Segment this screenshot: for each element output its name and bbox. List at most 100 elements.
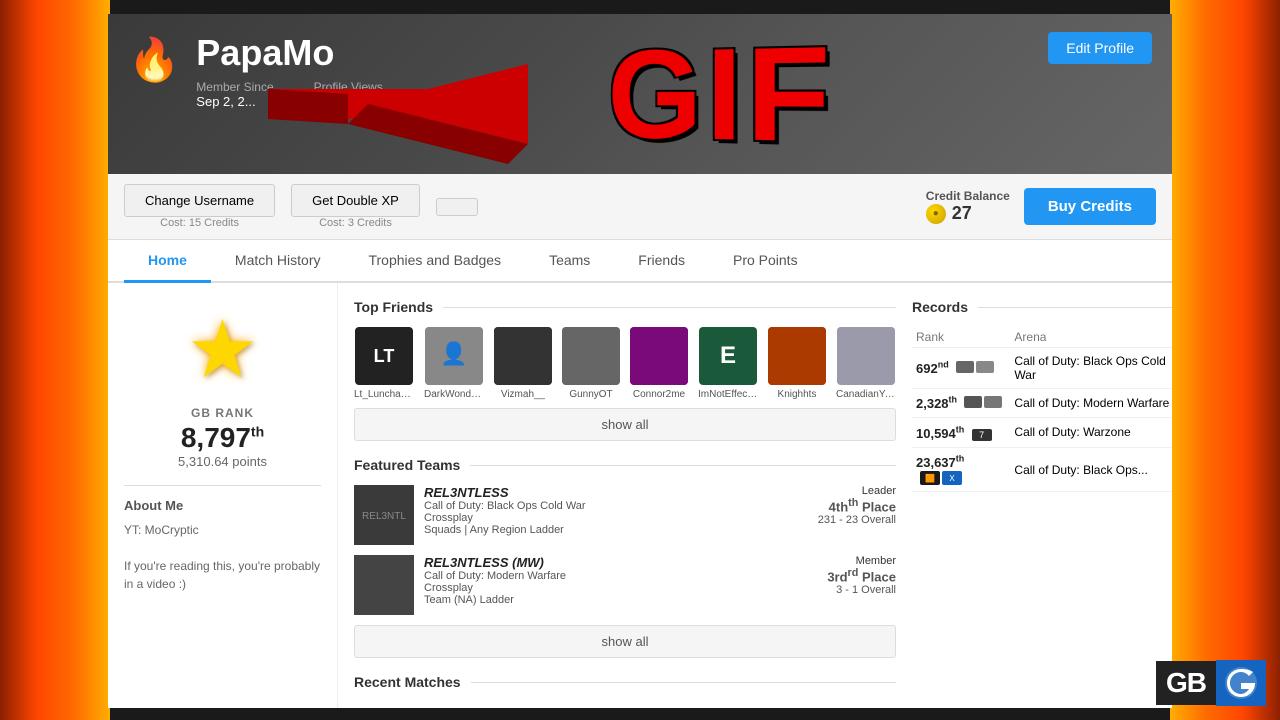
left-panel: ★ GB RANK 8,797th 5,310.64 points About … (108, 283, 338, 708)
show-all-friends-button[interactable]: show all (354, 408, 896, 441)
rank-value-4: 23,637th (916, 455, 964, 470)
third-action-button[interactable] (436, 198, 478, 216)
credit-balance: Credit Balance ● 27 (926, 189, 1010, 224)
tab-pro-points[interactable]: Pro Points (709, 240, 822, 283)
records-table: Rank Arena W L 692nd Call of Duty (912, 327, 1172, 492)
star-icon: ★ (187, 303, 259, 396)
featured-teams-title: Featured Teams (354, 457, 460, 473)
friend-item-cy[interactable]: CanadianYo... (836, 327, 896, 400)
navigation-tabs: Home Match History Trophies and Badges T… (108, 240, 1172, 283)
team-ladder-1: Squads | Any Region Ladder (424, 524, 808, 536)
featured-teams-divider (470, 465, 896, 466)
svg-text:REL3NTL: REL3NTL (362, 511, 406, 522)
edit-profile-button[interactable]: Edit Profile (1048, 32, 1152, 64)
credit-amount-value: 27 (952, 203, 972, 224)
change-username-button[interactable]: Change Username (124, 184, 275, 217)
arena-1: Call of Duty: Black Ops Cold War (1010, 348, 1172, 389)
right-panel: Top Friends LT Lt_Lunchablez 👤 Da (338, 283, 1172, 708)
show-all-teams-button[interactable]: show all (354, 625, 896, 658)
records-row-3: 10,594th 7 Call of Duty: Warzone 5 5 (912, 418, 1172, 447)
friend-item-go[interactable]: GunnyOT (562, 327, 620, 400)
get-double-button[interactable]: Get Double XP (291, 184, 420, 217)
team-item-1[interactable]: REL3NTL REL3NTLESS Call of Duty: Black O… (354, 485, 896, 545)
profile-header: 🔥 PapaMo Member Since Sep 2, 2... Profil… (108, 14, 1172, 174)
records-row-1: 692nd Call of Duty: Black Ops Cold War 5… (912, 348, 1172, 389)
friend-name-cy: CanadianYo... (836, 389, 896, 400)
fire-icon: 🔥 (128, 36, 180, 85)
friend-item-lt[interactable]: LT Lt_Lunchablez (354, 327, 414, 400)
friend-avatar-im: E (699, 327, 757, 385)
arena-3: Call of Duty: Warzone (1010, 418, 1172, 447)
records-header: Records (912, 299, 1172, 315)
tab-trophies[interactable]: Trophies and Badges (344, 240, 525, 283)
friend-name-lt: Lt_Lunchablez (354, 389, 414, 400)
team-game-2: Call of Duty: Modern Warfare (424, 570, 817, 582)
friend-item-im[interactable]: E ImNotEffecti... (698, 327, 758, 400)
tab-match-history[interactable]: Match History (211, 240, 345, 283)
records-row-4: 23,637th 🟧 X Call of Duty: Black Ops... (912, 447, 1172, 492)
team-name-2: REL3NTLESS (MW) (424, 555, 817, 570)
about-me-text: YT: MoCrypticIf you're reading this, you… (124, 521, 321, 593)
records-title: Records (912, 299, 968, 315)
friend-avatar-dw: 👤 (425, 327, 483, 385)
gb-rank-value: 8,797th (124, 422, 321, 454)
friend-name-im: ImNotEffecti... (698, 389, 758, 400)
records-divider (978, 307, 1172, 308)
rank-value-2: 2,328th (916, 396, 957, 411)
rank-value-1: 692nd (916, 361, 949, 376)
change-username-group: Change Username Cost: 15 Credits (124, 184, 283, 229)
friend-avatar-go (562, 327, 620, 385)
fire-background-left (0, 0, 110, 720)
team-game-1: Call of Duty: Black Ops Cold War (424, 500, 808, 512)
friends-row: LT Lt_Lunchablez 👤 DarkWondrXx (354, 327, 896, 400)
get-double-cost: Cost: 3 Credits (319, 217, 392, 229)
team-ladder-2: Team (NA) Ladder (424, 594, 817, 606)
friend-initials-lt: LT (374, 346, 395, 367)
gb-rank-label: GB RANK (124, 406, 321, 420)
recent-matches-divider (471, 682, 896, 683)
fire-background-right (1170, 0, 1280, 720)
friend-avatar-cy (837, 327, 895, 385)
recent-matches-header: Recent Matches (354, 674, 896, 690)
records-col-arena: Arena (1010, 327, 1172, 348)
featured-teams-header: Featured Teams (354, 457, 896, 473)
friend-avatar-c2 (630, 327, 688, 385)
friend-name-dw: DarkWondrXx (424, 389, 484, 400)
username: PapaMo (196, 32, 1152, 74)
rank-star: ★ (124, 303, 321, 396)
tab-friends[interactable]: Friends (614, 240, 709, 283)
records-row-2: 2,328th Call of Duty: Modern Warfare 265… (912, 389, 1172, 418)
recent-matches-title: Recent Matches (354, 674, 461, 690)
team-item-2[interactable]: REL3NTLESS (MW) Call of Duty: Modern War… (354, 555, 896, 615)
friend-name-go: GunnyOT (569, 389, 612, 400)
buy-credits-button[interactable]: Buy Credits (1024, 188, 1156, 225)
tab-home[interactable]: Home (124, 240, 211, 283)
team-logo-1: REL3NTL (354, 485, 414, 545)
top-friends-divider (443, 307, 896, 308)
third-btn-group (436, 198, 486, 216)
coin-icon: ● (926, 204, 946, 224)
team-stats-1: Leader 4thth Place 231 - 23 Overall (818, 485, 896, 526)
main-content: 🔥 PapaMo Member Since Sep 2, 2... Profil… (108, 14, 1172, 708)
top-friends-header: Top Friends (354, 299, 896, 315)
friend-item-c2[interactable]: Connor2me (630, 327, 688, 400)
get-double-group: Get Double XP Cost: 3 Credits (291, 184, 428, 229)
team-mode-2: Crossplay (424, 582, 817, 594)
credit-balance-label: Credit Balance (926, 189, 1010, 203)
change-username-cost: Cost: 15 Credits (160, 217, 239, 229)
gb-rank-points: 5,310.64 points (124, 454, 321, 469)
match-item-1[interactable]: the Stache Ranked: Unranked 0 1 (354, 702, 896, 708)
friend-item-kn[interactable]: Knighhts (768, 327, 826, 400)
action-buttons-row: Change Username Cost: 15 Credits Get Dou… (108, 174, 1172, 240)
records-col-rank: Rank (912, 327, 1010, 348)
friend-item-vm[interactable]: Vizmah__ (494, 327, 552, 400)
friend-initials-im: E (720, 342, 736, 370)
team-name-1: REL3NTLESS (424, 485, 808, 500)
credit-section: Credit Balance ● 27 Buy Credits (926, 188, 1156, 225)
friend-item-dw[interactable]: 👤 DarkWondrXx (424, 327, 484, 400)
top-friends-title: Top Friends (354, 299, 433, 315)
profile-views-label: Profile Views (314, 80, 383, 94)
member-since-value: Sep 2, 2... (196, 94, 273, 109)
team-stats-2: Member 3rdrd Place 3 - 1 Overall (827, 555, 896, 596)
tab-teams[interactable]: Teams (525, 240, 614, 283)
